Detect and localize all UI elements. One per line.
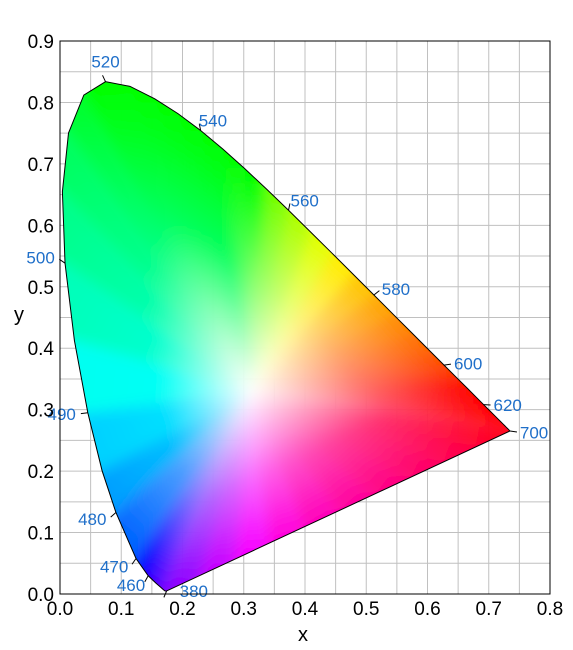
cie-chromaticity-chart: 380460470480490500520540560580600620700 …	[14, 32, 563, 646]
x-tick-label: 0.6	[414, 599, 440, 620]
x-tick-label: 0.1	[108, 599, 134, 620]
y-tick-label: 0.7	[28, 155, 54, 176]
y-tick-label: 0.9	[28, 32, 54, 53]
x-tick-label: 0.8	[537, 599, 563, 620]
wavelength-label: 580	[382, 280, 410, 299]
x-tick-label: 0.3	[231, 599, 257, 620]
wavelength-label: 620	[494, 396, 522, 415]
y-tick-label: 0.4	[28, 339, 55, 360]
x-tick-label: 0.5	[353, 599, 379, 620]
y-tick-labels: 0.0 0.1 0.2 0.3 0.4 0.5 0.6 0.7 0.8 0.9	[28, 32, 55, 606]
x-axis-label: x	[298, 624, 308, 646]
wavelength-label: 460	[117, 576, 145, 595]
x-tick-label: 0.7	[476, 599, 502, 620]
x-tick-label: 0.2	[169, 599, 195, 620]
y-tick-label: 0.5	[28, 278, 54, 299]
y-tick-label: 0.6	[28, 216, 54, 237]
y-tick-label: 0.0	[28, 585, 54, 606]
wavelength-label: 470	[100, 558, 128, 577]
y-tick-label: 0.3	[28, 401, 54, 422]
x-tick-label: 0.4	[292, 599, 319, 620]
wavelength-label: 500	[26, 249, 54, 268]
y-tick-label: 0.1	[28, 524, 54, 545]
wavelength-label: 540	[199, 112, 227, 131]
y-tick-label: 0.2	[28, 462, 54, 483]
x-tick-labels: 0.0 0.1 0.2 0.3 0.4 0.5 0.6 0.7 0.8	[47, 599, 563, 620]
y-axis-label: y	[14, 304, 24, 326]
wavelength-label: 700	[520, 423, 548, 442]
wavelength-label: 600	[454, 355, 482, 374]
wavelength-label: 560	[291, 191, 319, 210]
wavelength-label: 520	[91, 53, 119, 72]
wavelength-label: 480	[78, 510, 106, 529]
y-tick-label: 0.8	[28, 93, 54, 114]
